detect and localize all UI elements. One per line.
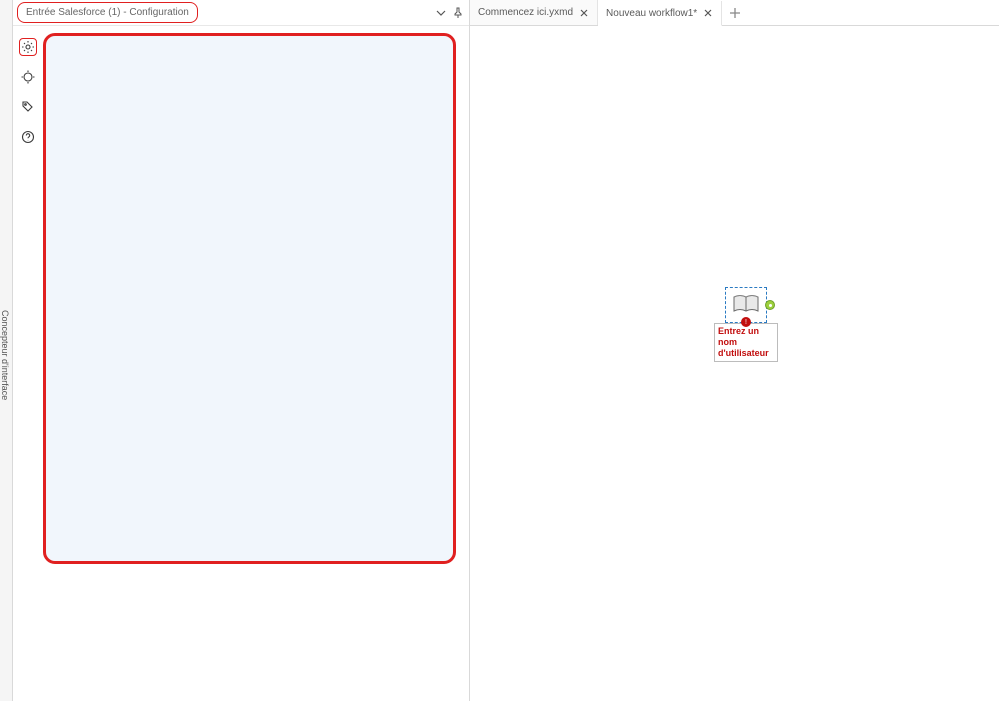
- panel-title: Entrée Salesforce (1) - Configuration: [17, 2, 198, 23]
- tab-commencez-ici[interactable]: Commencez ici.yxmd: [470, 0, 598, 25]
- panel-title-wrap: Entrée Salesforce (1) - Configuration: [17, 2, 431, 23]
- interface-designer-rail[interactable]: Concepteur d'interface: [0, 0, 13, 701]
- alert-badge-icon: !: [741, 317, 751, 327]
- configuration-form-area[interactable]: [43, 33, 456, 564]
- configuration-panel: Entrée Salesforce (1) - Configuration: [13, 0, 470, 701]
- tool-column: [13, 26, 43, 701]
- canvas-area: Commencez ici.yxmd Nouveau workflow1*: [470, 0, 999, 701]
- chevron-down-icon[interactable]: [435, 7, 447, 19]
- panel-header: Entrée Salesforce (1) - Configuration: [13, 0, 469, 26]
- node-error-label: Entrez un nom d'utilisateur: [714, 323, 778, 362]
- close-icon[interactable]: [579, 8, 589, 18]
- add-tab-button[interactable]: [722, 0, 748, 25]
- content-area: [43, 26, 469, 701]
- output-port[interactable]: [765, 300, 775, 310]
- node-icon-box[interactable]: !: [725, 287, 767, 323]
- book-icon: [732, 293, 760, 317]
- tab-label: Commencez ici.yxmd: [478, 7, 573, 18]
- tab-label: Nouveau workflow1*: [606, 8, 697, 19]
- rail-label: Concepteur d'interface: [0, 310, 10, 400]
- workflow-canvas[interactable]: ! Entrez un nom d'utilisateur: [470, 26, 999, 701]
- workflow-tabbar: Commencez ici.yxmd Nouveau workflow1*: [470, 0, 999, 26]
- gear-icon[interactable]: [19, 38, 37, 56]
- close-icon[interactable]: [703, 8, 713, 18]
- target-icon[interactable]: [19, 68, 37, 86]
- tab-nouveau-workflow[interactable]: Nouveau workflow1*: [598, 1, 722, 26]
- pin-icon[interactable]: [451, 6, 465, 20]
- panel-body: [13, 26, 469, 701]
- help-icon[interactable]: [19, 128, 37, 146]
- salesforce-input-node[interactable]: ! Entrez un nom d'utilisateur: [714, 287, 778, 362]
- tag-icon[interactable]: [19, 98, 37, 116]
